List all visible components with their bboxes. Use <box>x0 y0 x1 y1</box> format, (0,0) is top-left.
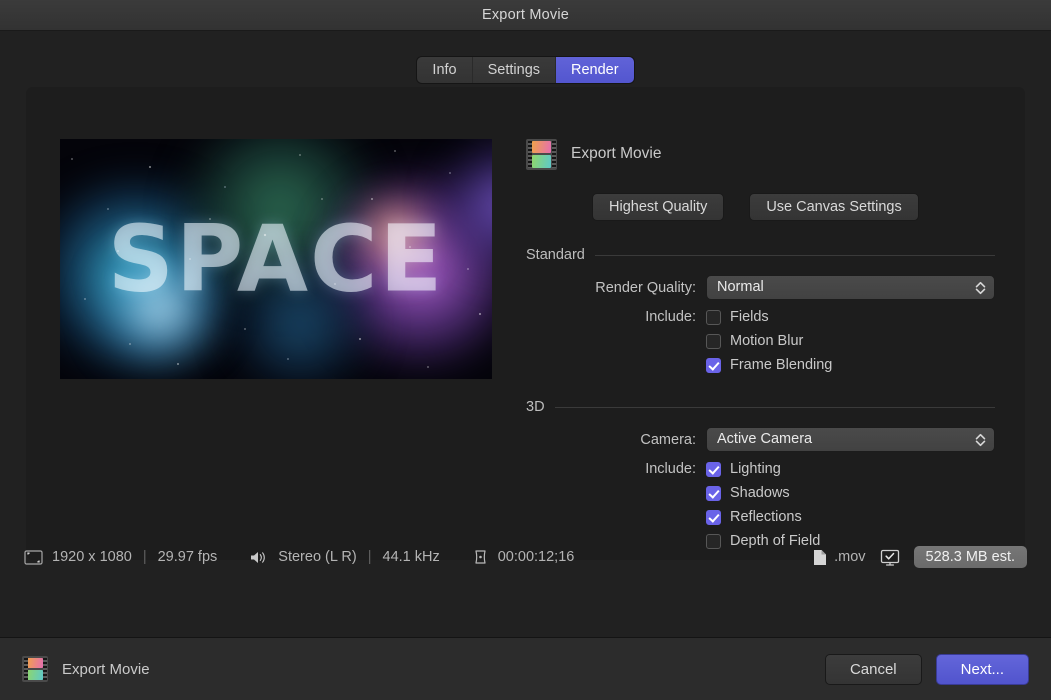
threed-include-label: Include: <box>526 461 706 477</box>
checkbox-row-shadows: Shadows <box>526 485 995 501</box>
tab-info[interactable]: Info <box>417 57 472 83</box>
fps-value: 29.97 fps <box>158 549 218 565</box>
document-icon <box>813 549 827 566</box>
sample-rate-value: 44.1 kHz <box>383 549 440 565</box>
threed-section-label: 3D <box>526 399 545 415</box>
status-separator: | <box>368 549 372 565</box>
film-strip-icon <box>526 139 557 170</box>
film-strip-icon <box>22 656 48 682</box>
next-button[interactable]: Next... <box>936 654 1029 685</box>
file-format-group: .mov <box>813 549 865 566</box>
speaker-icon <box>249 550 269 565</box>
tab-bar: Info Settings Render <box>0 57 1051 83</box>
render-options-column: Export Movie Highest Quality Use Canvas … <box>526 137 995 557</box>
checkbox-lighting[interactable] <box>706 462 721 477</box>
checkbox-label-reflections: Reflections <box>730 509 802 525</box>
file-format-value: .mov <box>834 549 865 565</box>
standard-include-group: Include: Fields Motion Blur Frame Blendi… <box>526 309 995 373</box>
checkbox-fields[interactable] <box>706 310 721 325</box>
movie-preview: SPACE <box>60 139 492 379</box>
checkbox-label-shadows: Shadows <box>730 485 790 501</box>
footer-title: Export Movie <box>62 661 150 678</box>
render-quality-select[interactable]: Normal <box>706 275 995 300</box>
checkbox-label-motion-blur: Motion Blur <box>730 333 803 349</box>
render-quality-label: Render Quality: <box>526 280 706 296</box>
render-quality-value: Normal <box>717 279 764 295</box>
standard-include-label: Include: <box>526 309 706 325</box>
standard-section-label: Standard <box>526 247 585 263</box>
checkbox-label-lighting: Lighting <box>730 461 781 477</box>
estimated-size-badge: 528.3 MB est. <box>914 546 1027 568</box>
render-settings-panel: SPACE Export Movie Highest Quality Use C… <box>26 87 1025 560</box>
window-title: Export Movie <box>482 7 569 23</box>
threed-section-header: 3D <box>526 399 995 415</box>
duration-value: 00:00:12;16 <box>498 549 575 565</box>
render-quality-row: Render Quality: Normal <box>526 275 995 300</box>
resolution-value: 1920 x 1080 <box>52 549 132 565</box>
checkbox-row-reflections: Reflections <box>526 509 995 525</box>
status-separator: | <box>143 549 147 565</box>
checkbox-row-fields: Include: Fields <box>526 309 995 325</box>
standard-section-divider <box>595 255 995 256</box>
resolution-icon <box>24 550 43 565</box>
export-movie-dialog: Export Movie Info Settings Render <box>0 0 1051 700</box>
display-check-icon[interactable] <box>880 549 900 566</box>
camera-row: Camera: Active Camera <box>526 427 995 452</box>
standard-section-header: Standard <box>526 247 995 263</box>
dialog-footer: Export Movie Cancel Next... <box>0 637 1051 700</box>
threed-section-divider <box>555 407 995 408</box>
export-header: Export Movie <box>526 137 995 171</box>
preview-title-text: SPACE <box>60 206 492 313</box>
export-header-title: Export Movie <box>571 145 661 163</box>
checkbox-motion-blur[interactable] <box>706 334 721 349</box>
checkbox-reflections[interactable] <box>706 510 721 525</box>
threed-include-group: Include: Lighting Shadows Reflections <box>526 461 995 549</box>
footer-actions: Cancel Next... <box>825 654 1029 685</box>
audio-channels-value: Stereo (L R) <box>278 549 356 565</box>
checkbox-frame-blending[interactable] <box>706 358 721 373</box>
duration-icon <box>472 549 489 565</box>
chevron-updown-icon <box>975 428 986 451</box>
checkbox-row-lighting: Include: Lighting <box>526 461 995 477</box>
checkbox-label-frame-blending: Frame Blending <box>730 357 832 373</box>
highest-quality-button[interactable]: Highest Quality <box>592 193 724 221</box>
tab-settings[interactable]: Settings <box>473 57 556 83</box>
dialog-body: Info Settings Render SPACE <box>0 31 1051 637</box>
preset-buttons: Highest Quality Use Canvas Settings <box>526 193 995 221</box>
checkbox-row-motion-blur: Motion Blur <box>526 333 995 349</box>
cancel-button[interactable]: Cancel <box>825 654 922 685</box>
camera-label: Camera: <box>526 432 706 448</box>
checkbox-row-frame-blending: Frame Blending <box>526 357 995 373</box>
chevron-updown-icon <box>975 276 986 299</box>
use-canvas-settings-button[interactable]: Use Canvas Settings <box>749 193 918 221</box>
camera-select[interactable]: Active Camera <box>706 427 995 452</box>
window-titlebar: Export Movie <box>0 0 1051 31</box>
checkbox-label-fields: Fields <box>730 309 769 325</box>
tab-render[interactable]: Render <box>556 57 634 83</box>
checkbox-shadows[interactable] <box>706 486 721 501</box>
media-status-bar: 1920 x 1080 | 29.97 fps Stereo (L R) | 4… <box>0 540 1051 574</box>
camera-value: Active Camera <box>717 431 812 447</box>
